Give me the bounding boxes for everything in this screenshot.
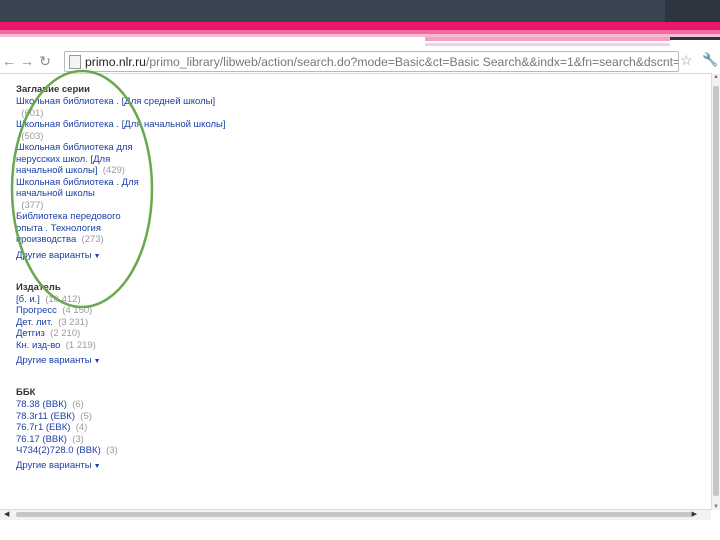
facet-item[interactable]: Школьная библиотека . [Для начальной шко…: [16, 119, 706, 142]
facet-item[interactable]: Школьная библиотека . Для начальной школ…: [16, 177, 141, 212]
slide-accent-stripe-2: [425, 43, 670, 46]
scrollbar-thumb[interactable]: [713, 86, 719, 496]
facet-item[interactable]: [б. и.] (10 412): [16, 294, 706, 306]
chevron-down-icon: ▼: [93, 358, 101, 365]
facet-item[interactable]: 76.7г1 (ЕВК) (4): [16, 422, 706, 434]
facet-publisher: Издатель [б. и.] (10 412) Прогресс (4 15…: [16, 282, 706, 369]
slide-header-band: [0, 0, 720, 22]
facet-item[interactable]: Детгиз (2 210): [16, 328, 706, 340]
wrench-icon[interactable]: 🔧: [702, 52, 718, 68]
facet-item[interactable]: Ч734(2)728.0 (ВВК) (3): [16, 445, 706, 457]
facet-series: Заглавие серии Школьная библиотека . [Дл…: [16, 84, 706, 263]
facet-bbk: ББК 78.38 (ВВК) (6) 78.3г11 (ЕВК) (5) 76…: [16, 387, 706, 473]
scroll-up-icon[interactable]: ▲: [713, 74, 719, 80]
slide-accent-stripe: [425, 37, 670, 41]
slide-accent-band: [0, 22, 720, 30]
facet-item[interactable]: Библиотека передового опыта . Технология…: [16, 211, 134, 246]
page-icon: [69, 54, 81, 69]
more-options-link[interactable]: Другие варианты ▼: [16, 460, 706, 473]
forward-arrow-icon[interactable]: →: [18, 52, 36, 70]
search-facets: Заглавие серии Школьная библиотека . [Дл…: [16, 84, 706, 500]
toolbar-divider: [0, 73, 712, 74]
facet-item[interactable]: 76.17 (ВВК) (3): [16, 434, 706, 446]
facet-title: ББК: [16, 387, 36, 398]
scrollbar-thumb[interactable]: [16, 512, 692, 517]
chevron-down-icon: ▼: [93, 252, 101, 260]
vertical-scrollbar[interactable]: ▲ ▼: [711, 74, 720, 510]
address-bar[interactable]: primo.nlr.ru/primo_library/libweb/action…: [64, 51, 679, 72]
facet-item[interactable]: Дет. лит. (3 231): [16, 317, 706, 329]
facet-item[interactable]: Школьная библиотека . [Для средней школы…: [16, 96, 706, 119]
reload-icon[interactable]: ↻: [36, 52, 54, 70]
browser-toolbar: ← → ↻ primo.nlr.ru/primo_library/libweb/…: [0, 50, 720, 72]
facet-title: Заглавие серии: [16, 84, 90, 95]
facet-item[interactable]: 78.38 (ВВК) (6): [16, 399, 706, 411]
more-options-link[interactable]: Другие варианты ▼: [16, 355, 706, 368]
scroll-left-icon[interactable]: ◀: [4, 510, 9, 518]
facet-item[interactable]: Прогресс (4 150): [16, 305, 706, 317]
back-arrow-icon[interactable]: ←: [0, 52, 18, 70]
facet-item[interactable]: Кн. изд-во (1 219): [16, 340, 706, 352]
more-options-link[interactable]: Другие варианты ▼: [16, 250, 706, 263]
url-text: primo.nlr.ru/primo_library/libweb/action…: [85, 54, 679, 69]
horizontal-scrollbar[interactable]: ◀ ▶: [0, 509, 711, 520]
facet-item[interactable]: Школьная библиотека для нерусских школ. …: [16, 142, 141, 177]
chevron-down-icon: ▼: [93, 462, 101, 470]
facet-title: Издатель: [16, 281, 61, 293]
scroll-right-icon[interactable]: ▶: [692, 510, 697, 518]
facet-item[interactable]: 78.3г11 (ЕВК) (5): [16, 411, 706, 423]
bookmark-star-icon[interactable]: ☆: [680, 52, 693, 69]
scroll-down-icon[interactable]: ▼: [713, 504, 719, 510]
